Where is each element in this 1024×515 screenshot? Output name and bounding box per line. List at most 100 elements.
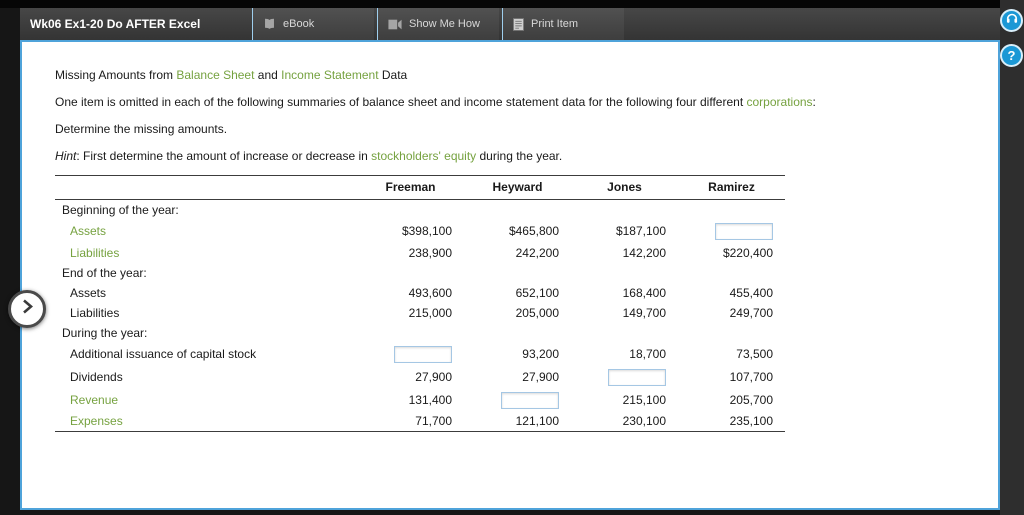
table-data-row: Assets 493,600 652,100 168,400 455,400	[55, 283, 785, 303]
amount-cell: 238,900	[408, 245, 452, 260]
table-data-row: Liabilities 215,000 205,000 149,700 249,700	[55, 303, 785, 323]
headset-icon	[1005, 11, 1019, 30]
column-header-ramirez: Ramirez	[708, 180, 755, 194]
table-data-row: Dividends 27,900 27,900 107,700	[55, 366, 785, 389]
table-data-row: Liabilities 238,900 242,200 142,200 $220,400	[55, 243, 785, 263]
intro-text: One item is omitted in each of the follo…	[55, 95, 747, 109]
corner-cell	[55, 176, 357, 200]
amount-cell: 205,700	[729, 393, 773, 407]
ebook-icon	[263, 18, 276, 30]
amount-cell: 18,700	[629, 347, 666, 361]
right-rail: ?	[1000, 0, 1024, 515]
amount-cell	[678, 323, 785, 343]
tab-print-item[interactable]: Print Item	[502, 8, 624, 40]
audio-support-button[interactable]	[1000, 9, 1023, 32]
amount-cell: 242,200	[515, 245, 559, 260]
row-label: End of the year:	[62, 265, 147, 280]
row-label: Additional issuance of capital stock	[70, 347, 257, 361]
tab-label: Print Item	[531, 18, 579, 30]
input-cell	[357, 343, 464, 366]
amount-cell: 71,700	[415, 414, 452, 429]
table-data-row: Expenses 71,700 121,100 230,100 235,100	[55, 412, 785, 432]
column-header-freeman: Freeman	[385, 180, 436, 194]
chevron-right-icon	[21, 299, 33, 319]
income-statement-link[interactable]: Income Statement	[281, 68, 378, 82]
row-label-link[interactable]: Expenses	[55, 412, 357, 432]
amount-cell	[357, 323, 464, 343]
amount-cell: 249,700	[729, 305, 773, 320]
amount-cell: 230,100	[622, 414, 666, 429]
app-window: Wk06 Ex1-20 Do AFTER Excel eBook Show Me…	[0, 0, 1024, 515]
amount-cell: $398,100	[401, 224, 452, 238]
amount-cell: 215,100	[622, 393, 666, 407]
amount-cell	[571, 263, 678, 283]
help-button[interactable]: ?	[1000, 44, 1023, 67]
toolbar-tabs: eBook Show Me How Print Item	[252, 8, 627, 40]
exercise-title: Missing Amounts from Balance Sheet and I…	[55, 67, 998, 83]
expand-panel-button[interactable]	[8, 290, 46, 328]
amount-cell: 168,400	[622, 285, 666, 300]
amount-cell: 73,500	[736, 347, 773, 361]
title-text: Missing Amounts from	[55, 68, 177, 82]
amount-cell: 27,900	[522, 370, 559, 384]
amount-cell: 652,100	[515, 285, 559, 300]
window-top-strip	[0, 0, 1024, 8]
title-text: Data	[378, 68, 408, 82]
amount-cell	[571, 323, 678, 343]
header-bar: Wk06 Ex1-20 Do AFTER Excel eBook Show Me…	[20, 8, 1000, 40]
tab-label: Show Me How	[409, 18, 480, 30]
amount-cell	[678, 200, 785, 220]
amount-cell: 493,600	[408, 285, 452, 300]
content-frame: Missing Amounts from Balance Sheet and I…	[20, 40, 1000, 510]
amount-cell: 455,400	[729, 285, 773, 300]
row-label-link[interactable]: Revenue	[55, 389, 357, 412]
hint-text: during the year.	[476, 149, 563, 163]
amounts-table: Freeman Heyward Jones Ramirez Beginning …	[55, 175, 785, 432]
amount-cell: 27,900	[415, 370, 452, 384]
amount-cell	[678, 263, 785, 283]
amount-cell: $465,800	[508, 224, 559, 238]
tab-ebook[interactable]: eBook	[252, 8, 374, 40]
table-data-row: Additional issuance of capital stock 93,2…	[55, 343, 785, 366]
tab-show-me-how[interactable]: Show Me How	[377, 8, 499, 40]
amount-cell: 107,700	[729, 370, 773, 384]
missing-amount-input-freeman[interactable]	[394, 345, 452, 363]
amount-cell: 235,100	[729, 414, 773, 429]
intro-text: :	[812, 95, 816, 109]
row-label-link[interactable]: Assets	[55, 220, 357, 243]
table-section-row: Beginning of the year:	[55, 200, 785, 220]
amount-cell: $187,100	[615, 224, 666, 238]
amount-cell: 121,100	[515, 414, 559, 429]
table-header-row: Freeman Heyward Jones Ramirez	[55, 175, 785, 200]
amount-cell: 215,000	[408, 305, 452, 320]
amount-cell	[464, 323, 571, 343]
row-label: Liabilities	[70, 305, 120, 320]
hint-paragraph: Hint: First determine the amount of incr…	[55, 148, 998, 164]
amount-cell	[357, 263, 464, 283]
input-cell	[678, 220, 785, 243]
amount-cell: 205,000	[515, 305, 559, 320]
stockholders-equity-link[interactable]: stockholders' equity	[371, 149, 476, 163]
missing-amount-input-ramirez[interactable]	[715, 222, 773, 240]
missing-amount-input-jones[interactable]	[608, 368, 666, 386]
amount-cell: 142,200	[622, 245, 666, 260]
amount-cell: 93,200	[522, 347, 559, 361]
assignment-title: Wk06 Ex1-20 Do AFTER Excel	[30, 17, 201, 31]
table-data-row: Revenue 131,400 215,100 205,700	[55, 389, 785, 412]
question-mark-icon: ?	[1007, 48, 1016, 63]
amount-cell	[464, 263, 571, 283]
table-section-row: During the year:	[55, 323, 785, 343]
show-me-how-icon	[388, 19, 402, 30]
hint-text: : First determine the amount of increase…	[76, 149, 372, 163]
amounts-table-body: Beginning of the year: Assets $398,100 $465…	[55, 200, 785, 432]
row-label-link[interactable]: Liabilities	[55, 243, 357, 263]
row-label: Assets	[70, 285, 107, 300]
column-header-jones: Jones	[607, 180, 642, 194]
amount-cell	[357, 200, 464, 220]
missing-amount-input-heyward[interactable]	[501, 391, 559, 409]
hint-label: Hint	[55, 149, 77, 163]
table-data-row: Assets $398,100 $465,800 $187,100	[55, 220, 785, 243]
corporations-link[interactable]: corporations	[747, 95, 813, 109]
row-label: Beginning of the year:	[62, 202, 179, 217]
balance-sheet-link[interactable]: Balance Sheet	[176, 68, 254, 82]
